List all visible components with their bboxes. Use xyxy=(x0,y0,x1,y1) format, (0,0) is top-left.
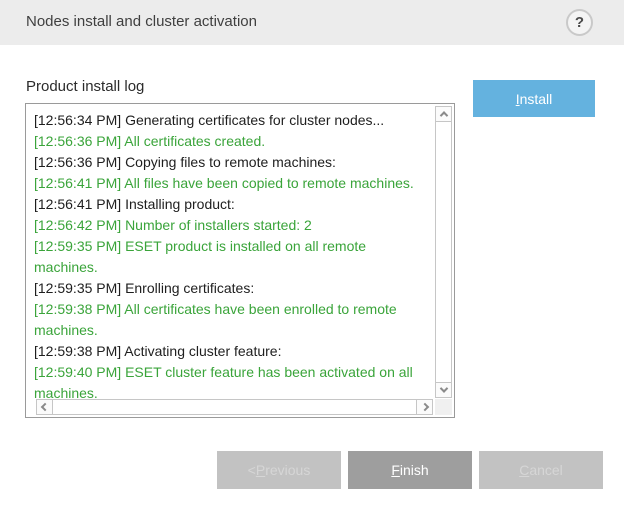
log-timestamp: [12:56:34 PM] xyxy=(34,112,125,128)
chevron-left-icon xyxy=(40,403,48,411)
log-message: Activating cluster feature: xyxy=(124,343,281,359)
log-timestamp: [12:56:42 PM] xyxy=(34,217,125,233)
log-timestamp: [12:56:36 PM] xyxy=(34,133,124,149)
log-line: [12:59:38 PM] Activating cluster feature… xyxy=(34,341,430,362)
log-content: [12:56:34 PM] Generating certificates fo… xyxy=(26,104,432,398)
log-line: [12:56:42 PM] Number of installers start… xyxy=(34,215,430,236)
wizard-dialog: Nodes install and cluster activation ? P… xyxy=(0,0,624,511)
dialog-title: Nodes install and cluster activation xyxy=(26,13,257,30)
log-timestamp: [12:59:38 PM] xyxy=(34,301,124,317)
log-timestamp: [12:59:40 PM] xyxy=(34,364,125,380)
log-timestamp: [12:59:38 PM] xyxy=(34,343,124,359)
product-install-log-label: Product install log xyxy=(26,78,144,95)
question-mark-icon: ? xyxy=(575,15,584,30)
log-line: [12:59:40 PM] ESET cluster feature has b… xyxy=(34,362,430,398)
chevron-up-icon xyxy=(439,111,447,119)
vertical-scroll-track[interactable] xyxy=(435,121,452,383)
cancel-button[interactable]: Cancel xyxy=(479,451,603,489)
scrollbar-corner xyxy=(435,399,452,415)
log-line: [12:59:35 PM] ESET product is installed … xyxy=(34,236,430,278)
log-message: Copying files to remote machines: xyxy=(125,154,336,170)
log-message: Enrolling certificates: xyxy=(125,280,254,296)
log-line: [12:56:34 PM] Generating certificates fo… xyxy=(34,110,430,131)
log-timestamp: [12:59:35 PM] xyxy=(34,280,125,296)
log-timestamp: [12:56:41 PM] xyxy=(34,196,125,212)
log-message: All certificates created. xyxy=(124,133,265,149)
finish-button[interactable]: Finish xyxy=(348,451,472,489)
scroll-up-button[interactable] xyxy=(435,106,452,122)
scroll-down-button[interactable] xyxy=(435,382,452,398)
help-button[interactable]: ? xyxy=(566,9,593,36)
scroll-left-button[interactable] xyxy=(36,399,53,415)
chevron-right-icon xyxy=(420,403,428,411)
log-timestamp: [12:59:35 PM] xyxy=(34,238,125,254)
log-line: [12:59:35 PM] Enrolling certificates: xyxy=(34,278,430,299)
log-line: [12:56:36 PM] All certificates created. xyxy=(34,131,430,152)
log-message: Generating certificates for cluster node… xyxy=(125,112,384,128)
dialog-header: Nodes install and cluster activation ? xyxy=(0,0,624,45)
horizontal-scrollbar[interactable] xyxy=(36,399,433,415)
vertical-scrollbar[interactable] xyxy=(435,106,452,398)
log-timestamp: [12:56:36 PM] xyxy=(34,154,125,170)
log-message: All files have been copied to remote mac… xyxy=(124,175,414,191)
log-line: [12:59:38 PM] All certificates have been… xyxy=(34,299,430,341)
log-timestamp: [12:56:41 PM] xyxy=(34,175,124,191)
previous-button[interactable]: < Previous xyxy=(217,451,341,489)
log-line: [12:56:36 PM] Copying files to remote ma… xyxy=(34,152,430,173)
log-message: Installing product: xyxy=(125,196,235,212)
log-line: [12:56:41 PM] All files have been copied… xyxy=(34,173,430,194)
scroll-right-button[interactable] xyxy=(416,399,433,415)
install-log-box: [12:56:34 PM] Generating certificates fo… xyxy=(25,103,455,418)
chevron-down-icon xyxy=(439,384,447,392)
install-button[interactable]: Install xyxy=(473,80,595,117)
horizontal-scroll-track[interactable] xyxy=(52,399,417,415)
log-message: Number of installers started: 2 xyxy=(125,217,312,233)
log-line: [12:56:41 PM] Installing product: xyxy=(34,194,430,215)
